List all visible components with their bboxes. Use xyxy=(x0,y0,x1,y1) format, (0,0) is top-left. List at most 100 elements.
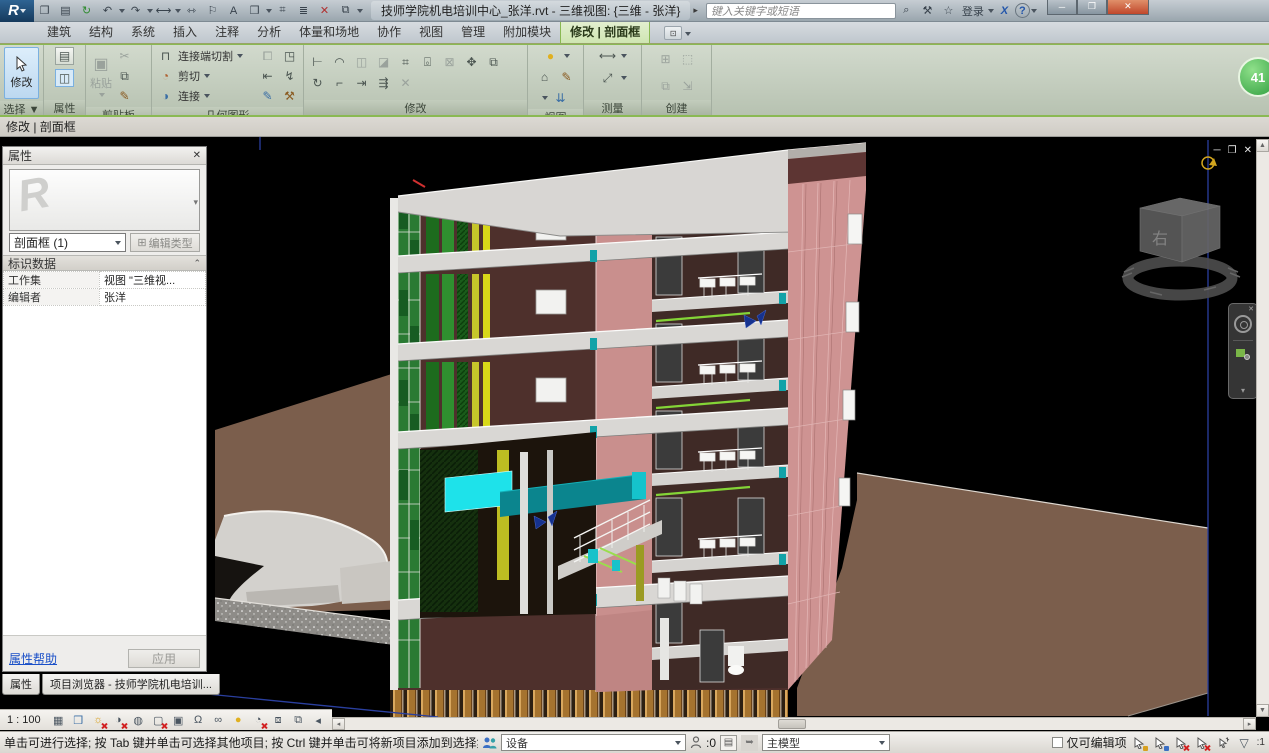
panel-label-clipboard[interactable]: 剪贴板 xyxy=(86,107,151,117)
tab-systems[interactable]: 系统 xyxy=(122,20,164,43)
redo-icon[interactable]: ↷ xyxy=(125,2,146,20)
editable-only-checkbox[interactable] xyxy=(1052,737,1063,748)
cope-caret-icon[interactable] xyxy=(237,54,243,58)
sign-in-button[interactable]: 登录 xyxy=(959,2,987,20)
offset-icon[interactable]: ◠ xyxy=(330,53,349,71)
measure-ruler-icon[interactable]: ⟷ xyxy=(598,47,617,65)
temporary-hide-isolate-icon[interactable]: ● xyxy=(229,711,248,729)
select-by-face-icon[interactable] xyxy=(1194,735,1211,751)
linework-brush-icon[interactable]: ✎ xyxy=(557,68,576,86)
displace-elements-icon[interactable]: ⧉ xyxy=(289,711,308,729)
paint-icon[interactable]: ✎ xyxy=(258,87,277,105)
save-icon[interactable]: ▤ xyxy=(55,2,76,20)
subscription-icon[interactable]: ⚒ xyxy=(917,2,938,20)
create-assembly-icon[interactable]: ⬚ xyxy=(678,50,697,68)
viewcube[interactable]: 右 xyxy=(1122,198,1240,295)
drag-on-selection-icon[interactable] xyxy=(1215,735,1232,751)
cut-caret-icon[interactable] xyxy=(204,74,210,78)
select-pinned-icon[interactable] xyxy=(1173,735,1190,751)
unlocked-view-icon[interactable]: Ω xyxy=(189,711,208,729)
detail-level-icon[interactable]: ▦ xyxy=(49,711,68,729)
properties-help-link[interactable]: 属性帮助 xyxy=(9,650,57,667)
search-binoculars-icon[interactable]: ⌕ xyxy=(896,2,917,20)
editing-requests-icon[interactable] xyxy=(690,736,702,749)
hide-elements-icon[interactable]: ⇊ xyxy=(551,89,570,107)
type-preview[interactable]: R xyxy=(9,169,200,231)
trim-multiple-icon[interactable]: ⇶ xyxy=(374,74,393,92)
copy-icon[interactable]: ⧉ xyxy=(115,67,134,85)
application-menu-button[interactable]: R xyxy=(0,0,34,22)
param-value[interactable]: 张洋 xyxy=(100,289,206,306)
panel-label-properties[interactable]: 属性 xyxy=(44,100,85,115)
help-icon[interactable]: ? xyxy=(1015,3,1030,18)
open-icon[interactable]: ❐ xyxy=(34,2,55,20)
unjoin-icon[interactable]: ↯ xyxy=(280,67,299,85)
mirror-axis-icon[interactable]: ◫ xyxy=(352,53,371,71)
steering-wheel-icon[interactable] xyxy=(1234,315,1252,333)
cope-icon[interactable]: ⊓ xyxy=(156,47,175,65)
join-label[interactable]: 连接 xyxy=(178,88,200,104)
crop-view-icon[interactable]: ▢ xyxy=(149,711,168,729)
filter-icon[interactable]: ▽ xyxy=(1236,735,1253,751)
type-selector-dropdown[interactable]: 剖面框 (1) xyxy=(9,233,126,252)
create-group-icon[interactable]: ⊞ xyxy=(656,50,675,68)
panel-label-geometry[interactable]: 几何图形 xyxy=(152,107,303,117)
measure-tools-caret-icon[interactable] xyxy=(621,54,627,58)
tab-insert[interactable]: 插入 xyxy=(164,20,206,43)
tab-analyze[interactable]: 分析 xyxy=(248,20,290,43)
show-crop-region-icon[interactable]: ▣ xyxy=(169,711,188,729)
qat-customize-caret-icon[interactable] xyxy=(357,9,363,13)
paste-icon[interactable]: ▣ xyxy=(92,55,111,73)
section-icon[interactable]: ⌗ xyxy=(272,2,293,20)
view-close-icon[interactable]: ✕ xyxy=(1244,145,1252,156)
rendering-dialog-icon[interactable]: ◍ xyxy=(129,711,148,729)
move-icon[interactable]: ✥ xyxy=(462,53,481,71)
wall-joins-icon[interactable]: ⧠ xyxy=(258,47,277,65)
geometry-cut-icon[interactable]: ◔ xyxy=(156,67,175,85)
group-identity-data[interactable]: 标识数据 ⌃ xyxy=(3,255,206,271)
panel-label-create[interactable]: 创建 xyxy=(642,100,711,115)
window-maximize-button[interactable]: ❐ xyxy=(1077,0,1107,15)
lightbulb-icon[interactable]: ● xyxy=(541,47,560,65)
ribbon-display-toggle-icon[interactable]: ⊡ xyxy=(664,26,682,40)
select-links-icon[interactable] xyxy=(1131,735,1148,751)
table-row[interactable]: 编辑者 张洋 xyxy=(4,289,206,306)
reveal-hidden-elements-icon[interactable]: ∞ xyxy=(209,711,228,729)
sync-icon[interactable]: ↻ xyxy=(76,2,97,20)
tab-massing-site[interactable]: 体量和场地 xyxy=(290,20,368,43)
sun-path-icon[interactable]: ☼ xyxy=(89,711,108,729)
vertical-scrollbar[interactable]: ▲ ▼ xyxy=(1256,139,1269,717)
mirror-pick-icon[interactable]: ◪ xyxy=(374,53,393,71)
lightbulb-caret-icon[interactable] xyxy=(564,54,570,58)
panel-label-view[interactable]: 视图 xyxy=(528,109,583,117)
modify-tool-button[interactable]: 修改 xyxy=(4,47,39,99)
split-face-icon[interactable]: ◳ xyxy=(280,47,299,65)
search-input[interactable]: 键入关键字或短语 xyxy=(706,3,896,19)
preview-caret-icon[interactable]: ▾ xyxy=(193,197,198,208)
panel-label-modify[interactable]: 修改 xyxy=(304,100,527,115)
geometry-join-icon[interactable]: ◑ xyxy=(156,87,175,105)
thin-lines-icon[interactable]: ≣ xyxy=(293,2,314,20)
tab-contextual-modify-section-box[interactable]: 修改 | 剖面框 xyxy=(560,19,650,43)
delete-icon[interactable]: ✕ xyxy=(396,74,415,92)
join-caret-icon[interactable] xyxy=(204,94,210,98)
panel-label-measure[interactable]: 测量 xyxy=(584,100,641,115)
edit-type-button[interactable]: ⊞ 编辑类型 xyxy=(130,233,200,252)
favorites-icon[interactable]: ☆ xyxy=(938,2,959,20)
design-option-dropdown[interactable]: 主模型 xyxy=(762,734,890,751)
navbar-more-icon[interactable]: ▾ xyxy=(1241,386,1245,395)
close-hidden-windows-icon[interactable]: ✕ xyxy=(314,2,335,20)
switch-windows-icon[interactable]: ⧉ xyxy=(335,2,356,20)
shadows-icon[interactable]: ◑ xyxy=(109,711,128,729)
trim-extend-icon[interactable]: ⌐ xyxy=(330,74,349,92)
table-row[interactable]: 工作集 视图 "三维视... xyxy=(4,272,206,289)
cut-icon[interactable]: ✂ xyxy=(115,47,134,65)
demolish-hammer-icon[interactable]: ⚒ xyxy=(280,87,299,105)
worksharing-display-icon[interactable]: ◔ xyxy=(249,711,268,729)
active-workset-dropdown[interactable]: 设备 xyxy=(501,734,686,751)
split-element-icon[interactable]: ⌗ xyxy=(396,53,415,71)
horizontal-scrollbar[interactable]: ◂ ▸ xyxy=(332,717,1256,730)
help-caret-icon[interactable] xyxy=(1031,9,1037,13)
copy-element-icon[interactable]: ⧉ xyxy=(484,53,503,71)
tab-collaborate[interactable]: 协作 xyxy=(368,20,410,43)
